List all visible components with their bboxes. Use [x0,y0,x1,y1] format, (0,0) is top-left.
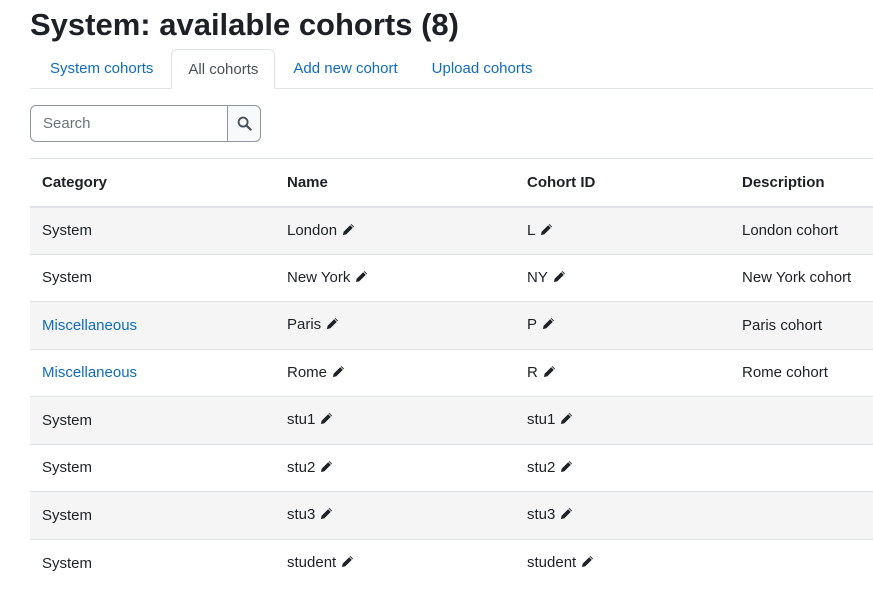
pencil-icon[interactable] [553,270,566,287]
column-header-cohort-id[interactable]: Cohort ID [515,159,730,207]
table-row: System New York NY New York cohort [30,254,873,302]
cohort-id: student [527,554,577,571]
pencil-icon[interactable] [581,555,594,572]
search-icon [237,116,252,131]
cohort-id: P [527,316,538,334]
cohorts-table-wrapper: Category Name Cohort ID Description Syst… [30,158,873,587]
pencil-icon[interactable] [543,365,556,382]
cohort-name: Rome [287,363,328,381]
category-text: System [42,269,93,287]
page-title: System: available cohorts (8) [30,7,459,42]
cell-name: London [275,207,515,255]
cell-description [730,492,873,540]
pencil-icon[interactable] [342,223,355,240]
table-header-row: Category Name Cohort ID Description [30,158,873,207]
tab-system-cohorts[interactable]: System cohorts [30,49,169,88]
cell-category: Miscellaneous [30,302,275,350]
cell-category: System [30,539,275,587]
category-text: System [42,554,93,572]
pencil-icon[interactable] [332,365,345,382]
cell-cohort-id: stu1 [515,397,730,445]
cell-description [730,444,873,492]
cell-cohort-id: stu2 [515,444,730,492]
category-text: System [42,222,93,239]
table-row: Miscellaneous Paris P Paris cohort [30,301,873,350]
cohort-name: stu1 [287,411,316,429]
column-header-description[interactable]: Description [730,159,873,207]
cohort-name: student [287,554,337,571]
search-button[interactable] [227,105,261,142]
cell-name: New York [275,254,515,302]
cohort-name: stu3 [287,506,316,524]
cohort-name: New York [287,268,351,286]
table-row: System stu2 stu2 [30,444,873,492]
cell-category: System [30,397,275,445]
cell-description: Rome cohort [742,364,828,382]
table-row: Miscellaneous Rome R Rome cohort [30,349,873,397]
tab-upload-cohorts[interactable]: Upload cohorts [416,49,549,88]
tab-add-new-cohort[interactable]: Add new cohort [277,49,413,88]
search-group [30,105,261,142]
search-input[interactable] [30,105,227,142]
cell-cohort-id: L [515,207,730,255]
table-row: System stu1 stu1 [30,396,873,445]
cell-category: System [30,492,275,540]
cell-description [730,397,873,445]
cohort-id: stu2 [527,458,556,476]
pencil-icon[interactable] [320,460,333,477]
category-link[interactable]: Miscellaneous [42,317,137,334]
pencil-icon[interactable] [542,317,555,334]
table-row: System stu3 stu3 [30,491,873,540]
tab-all-cohorts[interactable]: All cohorts [171,49,276,89]
cohort-id: stu1 [527,411,556,429]
pencil-icon[interactable] [560,507,573,524]
cell-category: System [30,207,275,255]
table-row: System student student [30,539,873,587]
cohort-id: stu3 [527,506,556,524]
pencil-icon[interactable] [341,555,354,572]
cell-cohort-id: NY [515,254,730,302]
pencil-icon[interactable] [560,460,573,477]
cohort-name: stu2 [287,458,316,476]
cell-cohort-id: student [515,539,730,587]
cell-name: Rome [275,349,515,397]
cell-cohort-id: R [515,349,730,397]
cohort-id: NY [527,268,548,286]
cell-name: stu3 [275,492,515,540]
cohort-tabs: System cohorts All cohorts Add new cohor… [30,49,873,89]
category-text: System [42,459,93,477]
cell-cohort-id: P [515,302,730,350]
cell-description: New York cohort [742,269,852,287]
cell-description: Paris cohort [742,316,823,334]
pencil-icon[interactable] [320,412,333,429]
cell-category: System [30,444,275,492]
cohort-id: L [527,221,536,239]
pencil-icon[interactable] [326,317,339,334]
cell-name: stu1 [275,397,515,445]
cohorts-table: Category Name Cohort ID Description Syst… [30,158,873,587]
cohort-name: Paris [287,316,322,334]
pencil-icon[interactable] [355,270,368,287]
category-text: System [42,411,93,429]
table-body: System London L London cohort System New York… [30,206,873,587]
cell-description [730,539,873,587]
cohort-id: R [527,363,538,381]
cell-category: Miscellaneous [30,349,275,397]
pencil-icon[interactable] [540,223,553,240]
cell-name: Paris [275,302,515,350]
cell-description: London cohort [742,222,838,239]
category-link[interactable]: Miscellaneous [42,364,137,381]
cohort-name: London [287,221,338,239]
category-text: System [42,506,93,524]
cell-name: student [275,539,515,587]
cell-cohort-id: stu3 [515,492,730,540]
column-header-category[interactable]: Category [30,159,275,207]
pencil-icon[interactable] [560,412,573,429]
pencil-icon[interactable] [320,507,333,524]
cell-name: stu2 [275,444,515,492]
table-row: System London L London cohort [30,206,873,255]
column-header-name[interactable]: Name [275,159,515,207]
cell-category: System [30,254,275,302]
